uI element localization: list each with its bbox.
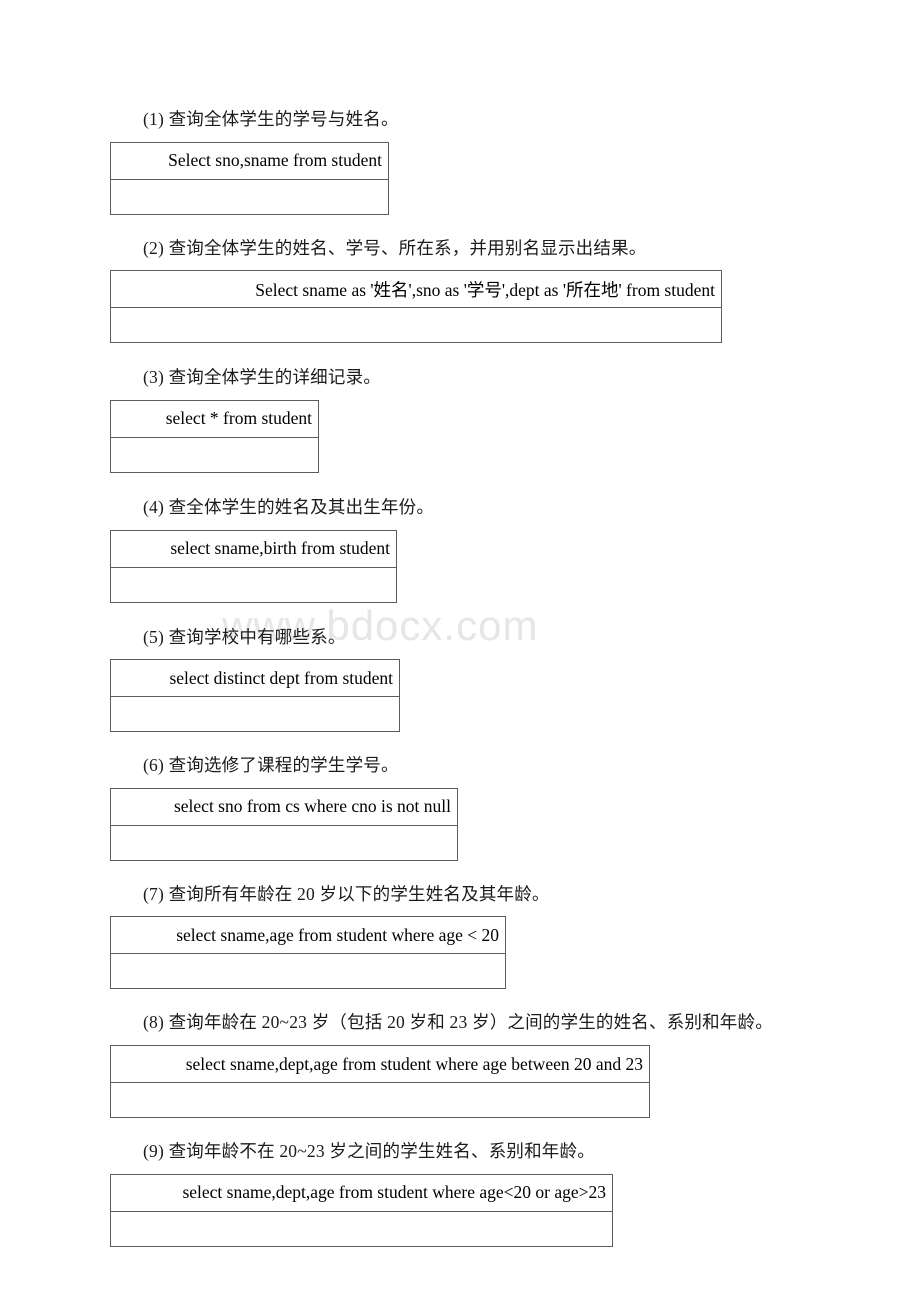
answer-cell-9[interactable]: select sname,dept,age from student where… [110,1173,613,1212]
table-row: select sno from cs where cno is not null [110,787,458,826]
blank-cell-3[interactable] [110,436,319,473]
exercise-item-6: (6) 查询选修了课程的学生学号。 select sno from cs whe… [0,732,920,861]
table-row: Select sname as '姓名',sno as '学号',dept as… [110,270,722,309]
table-row [110,436,319,473]
table-row: select sname,age from student where age … [110,916,506,955]
table-row [110,1082,650,1118]
answer-cell-7[interactable]: select sname,age from student where age … [110,916,506,955]
table-row [110,178,389,215]
answer-cell-8[interactable]: select sname,dept,age from student where… [110,1045,650,1083]
table-row: select sname,dept,age from student where… [110,1173,613,1212]
exercise-item-5: (5) 查询学校中有哪些系。 select distinct dept from… [0,603,920,733]
answer-cell-4[interactable]: select sname,birth from student [110,529,397,568]
table-row: Select sno,sname from student [110,141,389,180]
question-text-3: (3) 查询全体学生的详细记录。 [143,367,381,388]
exercise-item-4: (4) 查全体学生的姓名及其出生年份。 select sname,birth f… [0,473,920,603]
exercise-item-7: (7) 查询所有年龄在 20 岁以下的学生姓名及其年龄。 select snam… [0,861,920,990]
blank-cell-5[interactable] [110,696,400,733]
blank-cell-9[interactable] [110,1210,613,1247]
blank-cell-2[interactable] [110,307,722,344]
blank-cell-6[interactable] [110,824,458,861]
answer-cell-2[interactable]: Select sname as '姓名',sno as '学号',dept as… [110,270,722,309]
question-text-5: (5) 查询学校中有哪些系。 [143,626,346,647]
answer-table-9: select sname,dept,age from student where… [110,1173,613,1247]
exercise-item-2: (2) 查询全体学生的姓名、学号、所在系，并用别名显示出结果。 Select s… [0,215,920,344]
question-text-6: (6) 查询选修了课程的学生学号。 [143,755,399,776]
table-row: select distinct dept from student [110,659,400,698]
table-row [110,566,397,603]
answer-table-5: select distinct dept from student [110,659,400,733]
table-row [110,953,506,990]
exercise-item-8: (8) 查询年龄在 20~23 岁（包括 20 岁和 23 岁）之间的学生的姓名… [0,989,920,1118]
blank-cell-7[interactable] [110,953,506,990]
answer-table-3: select * from student [110,399,319,473]
answer-table-6: select sno from cs where cno is not null [110,787,458,861]
question-text-1: (1) 查询全体学生的学号与姓名。 [143,109,399,129]
answer-table-8: select sname,dept,age from student where… [110,1045,650,1118]
document-page: www.bdocx.com (1) 查询全体学生的学号与姓名。 Select s… [0,0,920,1302]
answer-table-2: Select sname as '姓名',sno as '学号',dept as… [110,270,722,344]
answer-cell-1[interactable]: Select sno,sname from student [110,141,389,180]
blank-cell-4[interactable] [110,566,397,603]
exercise-item-3: (3) 查询全体学生的详细记录。 select * from student [0,343,920,473]
table-row [110,824,458,861]
answer-table-1: Select sno,sname from student [110,141,389,215]
blank-cell-8[interactable] [110,1082,650,1118]
blank-cell-1[interactable] [110,178,389,215]
question-text-8: (8) 查询年龄在 20~23 岁（包括 20 岁和 23 岁）之间的学生的姓名… [143,1012,773,1033]
question-text-4: (4) 查全体学生的姓名及其出生年份。 [143,496,435,517]
exercise-item-9: (9) 查询年龄不在 20~23 岁之间的学生姓名、系别和年龄。 select … [0,1118,920,1247]
document-content: (1) 查询全体学生的学号与姓名。 Select sno,sname from … [0,0,920,1247]
question-text-2: (2) 查询全体学生的姓名、学号、所在系，并用别名显示出结果。 [143,237,647,258]
question-text-7: (7) 查询所有年龄在 20 岁以下的学生姓名及其年龄。 [143,883,550,904]
answer-cell-5[interactable]: select distinct dept from student [110,659,400,698]
table-row: select * from student [110,399,319,438]
question-text-9: (9) 查询年龄不在 20~23 岁之间的学生姓名、系别和年龄。 [143,1141,595,1161]
table-row: select sname,dept,age from student where… [110,1045,650,1083]
exercise-item-1: (1) 查询全体学生的学号与姓名。 Select sno,sname from … [0,0,920,215]
table-row [110,1210,613,1247]
answer-table-7: select sname,age from student where age … [110,916,506,990]
answer-table-4: select sname,birth from student [110,529,397,603]
table-row [110,307,722,344]
answer-cell-6[interactable]: select sno from cs where cno is not null [110,787,458,826]
table-row: select sname,birth from student [110,529,397,568]
answer-cell-3[interactable]: select * from student [110,399,319,438]
table-row [110,696,400,733]
